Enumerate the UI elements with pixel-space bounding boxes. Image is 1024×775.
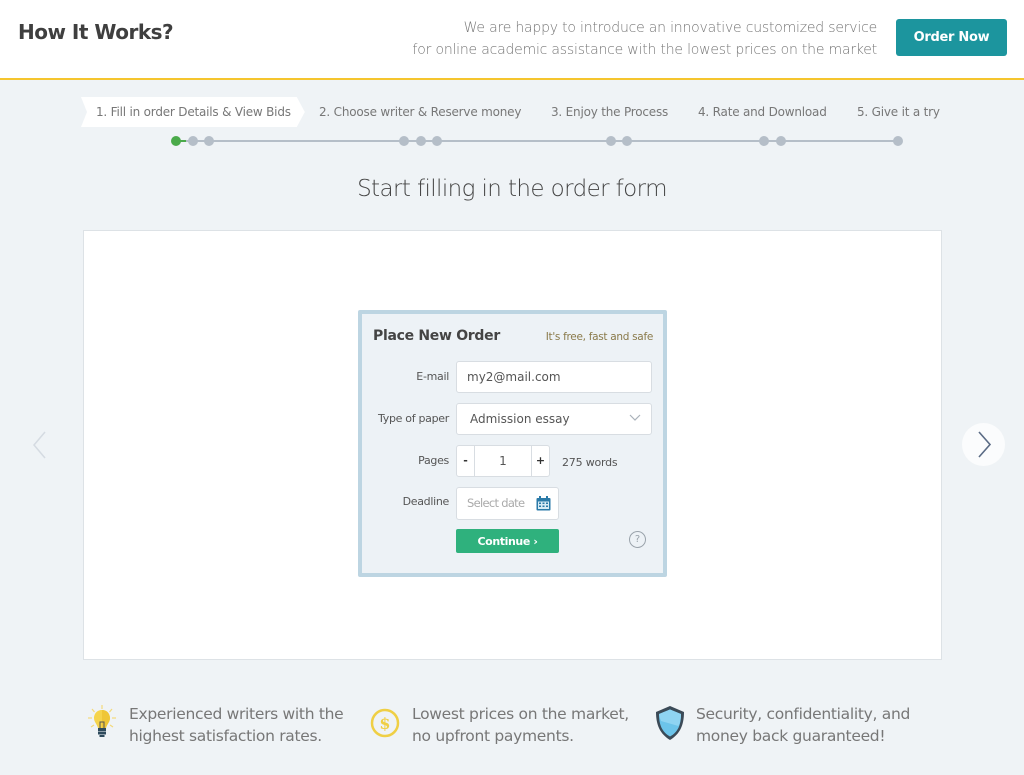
feature-security: Security, confidentiality, and money bac… — [653, 703, 933, 747]
section-title: Start filling in the order form — [357, 176, 667, 202]
paper-type-value: Admission essay — [470, 412, 570, 426]
calendar-icon[interactable] — [536, 496, 551, 511]
deadline-placeholder: Select date — [467, 496, 525, 510]
progress-dot — [399, 136, 409, 146]
step-progress — [0, 130, 1024, 152]
email-field[interactable]: my2@mail.com — [456, 361, 652, 393]
progress-dot — [432, 136, 442, 146]
progress-dot-active — [171, 136, 181, 146]
page-title: How It Works? — [18, 20, 174, 44]
feature-line: Experienced writers with the — [129, 705, 344, 723]
lightbulb-icon — [88, 705, 116, 737]
pages-increment-button[interactable]: + — [531, 446, 549, 476]
header-intro: We are happy to introduce an innovative … — [412, 17, 878, 61]
dollar-coin-icon: $ — [370, 708, 400, 738]
step-1[interactable]: 1. Fill in order Details & View Bids — [81, 97, 305, 127]
pages-decrement-button[interactable]: - — [457, 446, 475, 476]
chevron-down-icon — [629, 414, 641, 421]
chevron-right-icon — [978, 431, 992, 458]
pages-stepper: - 1 + — [456, 445, 550, 477]
carousel-prev-button[interactable] — [28, 425, 52, 465]
progress-dot — [776, 136, 786, 146]
feature-prices-text: Lowest prices on the market, no upfront … — [412, 703, 629, 747]
form-title: Place New Order — [373, 328, 500, 344]
feature-line: Security, confidentiality, and — [696, 705, 911, 723]
pages-input[interactable]: 1 — [475, 446, 531, 476]
feature-line: money back guaranteed! — [696, 727, 886, 745]
step-3[interactable]: 3. Enjoy the Process — [551, 97, 668, 127]
word-count: 275 words — [562, 456, 618, 469]
progress-dot — [622, 136, 632, 146]
order-form: Place New Order It's free, fast and safe… — [358, 310, 667, 577]
feature-writers-text: Experienced writers with the highest sat… — [129, 703, 344, 747]
step-2[interactable]: 2. Choose writer & Reserve money — [319, 97, 521, 127]
progress-dot — [416, 136, 426, 146]
feature-writers: Experienced writers with the highest sat… — [85, 703, 365, 747]
page-header: How It Works? We are happy to introduce … — [0, 0, 1024, 80]
shield-icon — [656, 706, 684, 740]
feature-line: no upfront payments. — [412, 727, 574, 745]
progress-dot — [204, 136, 214, 146]
feature-line: highest satisfaction rates. — [129, 727, 322, 745]
deadline-input[interactable]: Select date — [456, 487, 559, 520]
step-4[interactable]: 4. Rate and Download — [698, 97, 827, 127]
continue-button[interactable]: Continue › — [456, 529, 559, 553]
feature-prices: $ Lowest prices on the market, no upfron… — [369, 703, 649, 747]
email-label: E-mail — [416, 370, 449, 383]
chevron-left-icon — [33, 431, 46, 459]
deadline-label: Deadline — [402, 495, 450, 508]
intro-line-1: We are happy to introduce an innovative … — [463, 20, 878, 36]
progress-track — [176, 140, 898, 142]
progress-dot — [893, 136, 903, 146]
step-5[interactable]: 5. Give it a try — [857, 97, 940, 127]
order-now-button[interactable]: Order Now — [896, 19, 1007, 56]
paper-type-select[interactable]: Admission essay — [456, 403, 652, 435]
feature-security-text: Security, confidentiality, and money bac… — [696, 703, 910, 747]
steps-nav: 1. Fill in order Details & View Bids 2. … — [0, 97, 1024, 127]
carousel-next-button[interactable] — [962, 423, 1005, 466]
help-icon[interactable]: ? — [629, 531, 646, 548]
progress-dot — [188, 136, 198, 146]
progress-dot — [759, 136, 769, 146]
feature-line: Lowest prices on the market, — [412, 705, 629, 723]
paper-type-label: Type of paper — [378, 412, 449, 425]
form-subtitle: It's free, fast and safe — [545, 331, 654, 343]
intro-line-2: for online academic assistance with the … — [412, 42, 878, 58]
svg-text:$: $ — [379, 714, 390, 733]
pages-label: Pages — [418, 454, 449, 467]
progress-dot — [606, 136, 616, 146]
